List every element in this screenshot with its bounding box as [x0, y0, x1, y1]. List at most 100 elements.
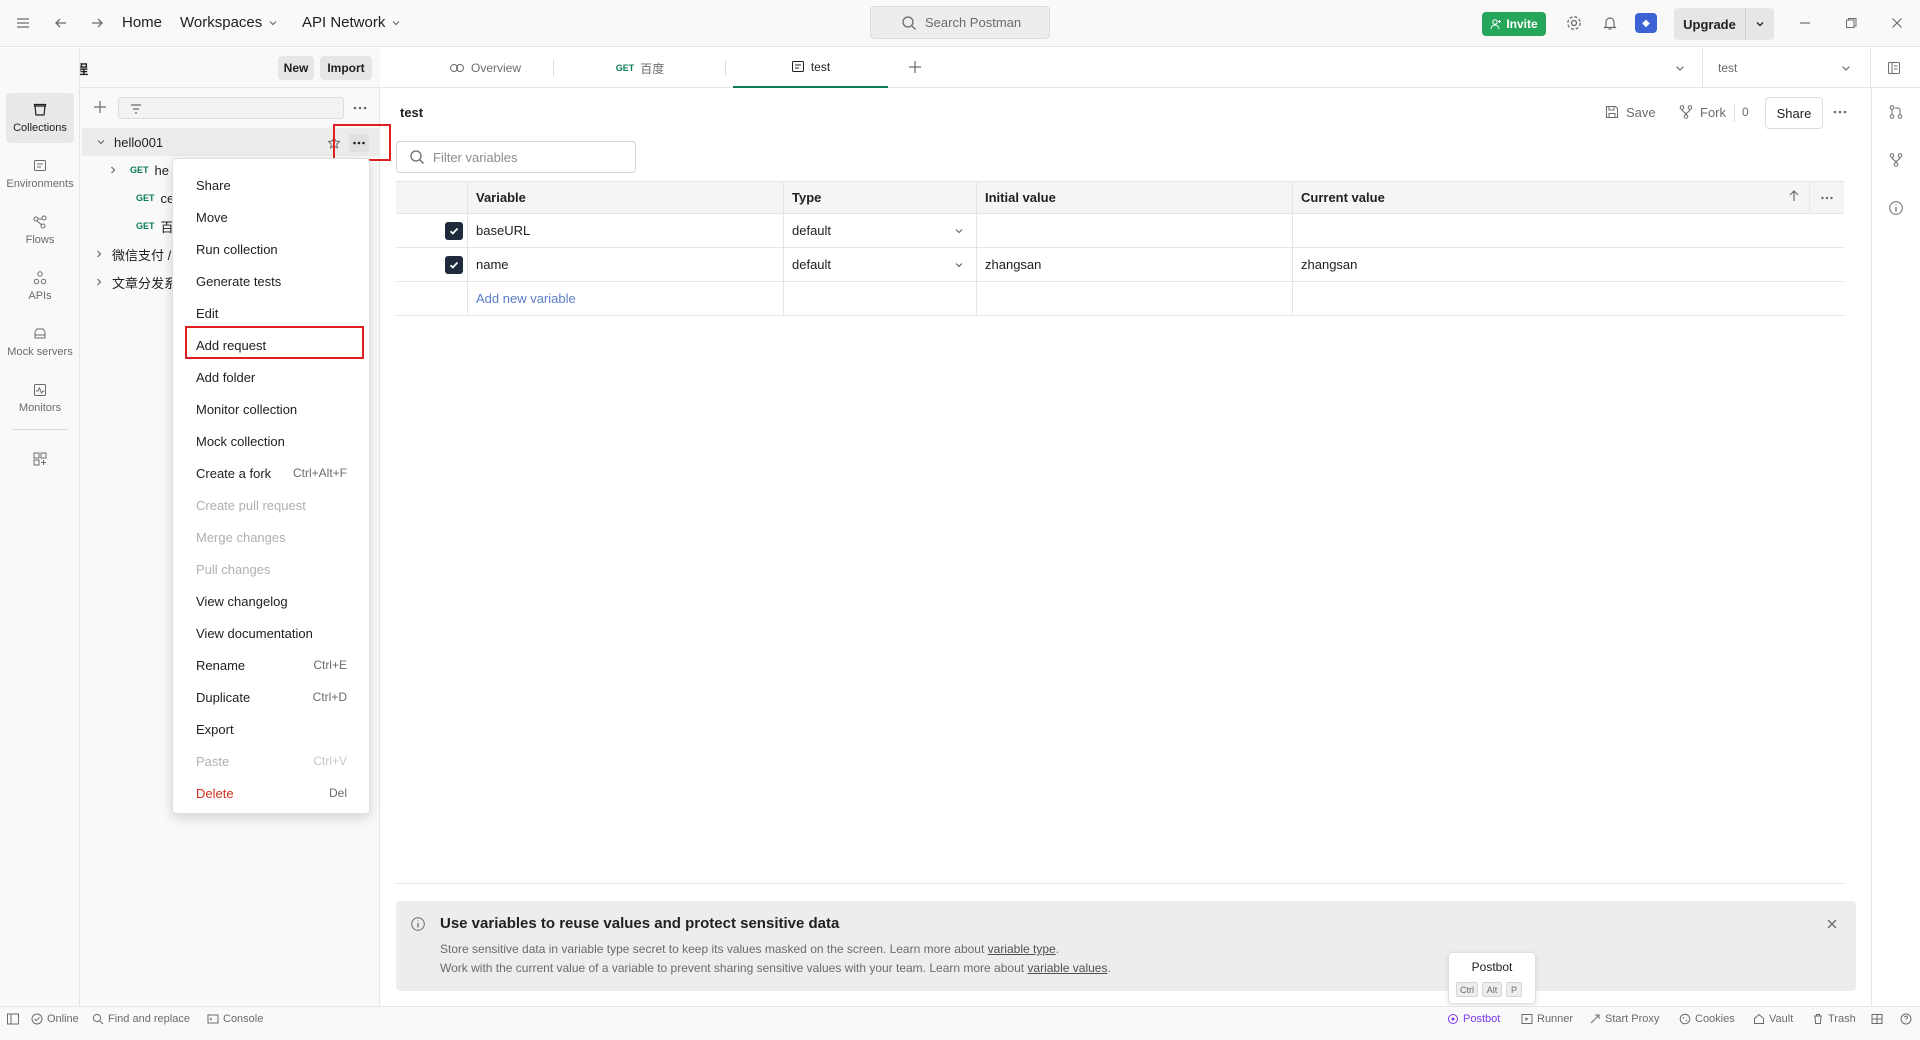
rail-item-environments[interactable]: Environments [6, 149, 74, 199]
tab-overview[interactable]: Overview [420, 48, 550, 88]
menu-item-shortcut: Ctrl+V [313, 754, 347, 768]
restore-window-icon[interactable] [1840, 12, 1862, 34]
fork-button[interactable]: Fork [1678, 104, 1726, 120]
layout-icon[interactable] [1871, 1012, 1883, 1026]
console-button[interactable]: Console [207, 1012, 263, 1026]
menu-item-mock-collection[interactable]: Mock collection [173, 425, 369, 457]
close-banner-icon[interactable] [1825, 917, 1839, 931]
filter-variables-field[interactable] [396, 141, 636, 173]
postbot-button[interactable]: Postbot [1447, 1012, 1500, 1026]
forward-arrow-icon[interactable] [86, 12, 108, 34]
menu-item-view-changelog[interactable]: View changelog [173, 585, 369, 617]
cookies-button[interactable]: Cookies [1679, 1012, 1735, 1026]
avatar[interactable]: ◆ [1635, 12, 1657, 34]
chevron-down-icon [1842, 66, 1850, 71]
hamburger-menu-icon[interactable] [12, 12, 34, 34]
upgrade-button[interactable]: Upgrade [1674, 8, 1774, 40]
page-title[interactable]: test [400, 105, 423, 120]
variable-type-link[interactable]: variable type [988, 942, 1056, 956]
menu-item-view-documentation[interactable]: View documentation [173, 617, 369, 649]
menu-item-monitor-collection[interactable]: Monitor collection [173, 393, 369, 425]
fork-icon[interactable] [1888, 152, 1904, 168]
settings-gear-icon[interactable] [1563, 12, 1585, 34]
find-and-replace-button[interactable]: Find and replace [92, 1012, 190, 1026]
variable-name-cell[interactable]: name [468, 248, 784, 282]
menu-item-share[interactable]: Share [173, 169, 369, 201]
configure-sidebar-icon[interactable] [32, 451, 48, 467]
request-method: GET [136, 221, 155, 231]
search-postman-input[interactable]: Search Postman [870, 6, 1050, 39]
vault-button[interactable]: Vault [1753, 1012, 1793, 1026]
menu-item-add-folder[interactable]: Add folder [173, 361, 369, 393]
tab-test[interactable]: test [733, 48, 888, 88]
menu-item-rename[interactable]: Rename Ctrl+E [173, 649, 369, 681]
sidebar-more-icon[interactable] [352, 101, 368, 115]
workspaces-menu[interactable]: Workspaces [180, 14, 278, 31]
menu-item-delete[interactable]: Delete Del [173, 777, 369, 809]
enable-variable-checkbox[interactable] [445, 221, 463, 240]
persist-all-arrow-up-icon[interactable] [1787, 189, 1801, 203]
upgrade-chevron-down-icon[interactable] [1746, 8, 1774, 40]
add-collection-icon[interactable] [92, 99, 108, 115]
menu-item-duplicate[interactable]: Duplicate Ctrl+D [173, 681, 369, 713]
home-link[interactable]: Home [122, 14, 162, 31]
menu-item-move[interactable]: Move [173, 201, 369, 233]
filter-variables-input[interactable] [433, 149, 613, 165]
menu-item-generate-tests[interactable]: Generate tests [173, 265, 369, 297]
environment-selector[interactable]: test [1704, 48, 1864, 88]
menu-item-create-a-fork[interactable]: Create a fork Ctrl+Alt+F [173, 457, 369, 489]
online-status[interactable]: Online [31, 1012, 79, 1026]
rail-item-monitors[interactable]: Monitors [6, 373, 74, 423]
environment-quick-look-icon[interactable] [1886, 60, 1902, 76]
current-value-cell[interactable]: zhangsan [1293, 248, 1844, 282]
rail-item-apis[interactable]: APIs [6, 261, 74, 311]
upgrade-label[interactable]: Upgrade [1674, 8, 1746, 40]
api-network-menu[interactable]: API Network [302, 14, 401, 31]
start-proxy-button[interactable]: Start Proxy [1589, 1012, 1659, 1026]
initial-value-cell[interactable]: zhangsan [977, 248, 1293, 282]
fork-count[interactable]: 0 [1742, 105, 1749, 119]
menu-item-run-collection[interactable]: Run collection [173, 233, 369, 265]
more-actions-icon[interactable] [1832, 107, 1848, 117]
environments-icon [34, 160, 46, 171]
trash-button[interactable]: Trash [1812, 1012, 1856, 1026]
table-header-more-icon[interactable] [1809, 181, 1844, 214]
variable-type-select[interactable]: default [784, 248, 977, 282]
variable-values-link[interactable]: variable values [1027, 961, 1107, 975]
rail-label: Monitors [18, 402, 62, 414]
back-arrow-icon[interactable] [50, 12, 72, 34]
request-name: he [154, 162, 169, 178]
close-window-icon[interactable] [1886, 12, 1908, 34]
menu-item-label: Rename [196, 657, 246, 673]
new-tab-plus-icon[interactable] [907, 59, 923, 75]
rail-item-mock-servers[interactable]: Mock servers [6, 317, 74, 367]
rail-item-flows[interactable]: Flows [6, 205, 74, 255]
tabs-dropdown-chevron-icon[interactable] [1674, 62, 1686, 74]
share-button[interactable]: Share [1765, 97, 1823, 129]
import-button[interactable]: Import [320, 56, 372, 80]
runner-button[interactable]: Runner [1521, 1012, 1573, 1026]
toggle-sidebar-icon[interactable] [6, 1012, 20, 1026]
variable-type-select[interactable]: default [784, 214, 977, 248]
variable-name-cell[interactable]: baseURL [468, 214, 784, 248]
menu-item-export[interactable]: Export [173, 713, 369, 745]
info-icon[interactable] [1888, 200, 1904, 216]
enable-variable-checkbox[interactable] [445, 255, 463, 274]
tab-request-baidu[interactable]: GET 百度 [555, 48, 725, 88]
pull-request-icon[interactable] [1888, 104, 1904, 120]
menu-item-edit[interactable]: Edit [173, 297, 369, 329]
save-button[interactable]: Save [1604, 104, 1656, 120]
current-value-cell[interactable] [1293, 214, 1844, 248]
help-icon[interactable] [1900, 1012, 1912, 1026]
chevron-right-icon [97, 278, 102, 286]
banner-title: Use variables to reuse values and protec… [440, 915, 840, 932]
add-new-variable-link[interactable]: Add new variable [468, 282, 784, 316]
initial-value-cell[interactable] [977, 214, 1293, 248]
rail-item-collections[interactable]: Collections [6, 93, 74, 143]
rail-label: Flows [25, 234, 55, 246]
sidebar-search-input[interactable] [118, 97, 344, 119]
invite-button[interactable]: Invite [1482, 12, 1546, 36]
new-button[interactable]: New [278, 56, 314, 80]
notifications-bell-icon[interactable] [1599, 12, 1621, 34]
minimize-window-icon[interactable] [1794, 12, 1816, 34]
